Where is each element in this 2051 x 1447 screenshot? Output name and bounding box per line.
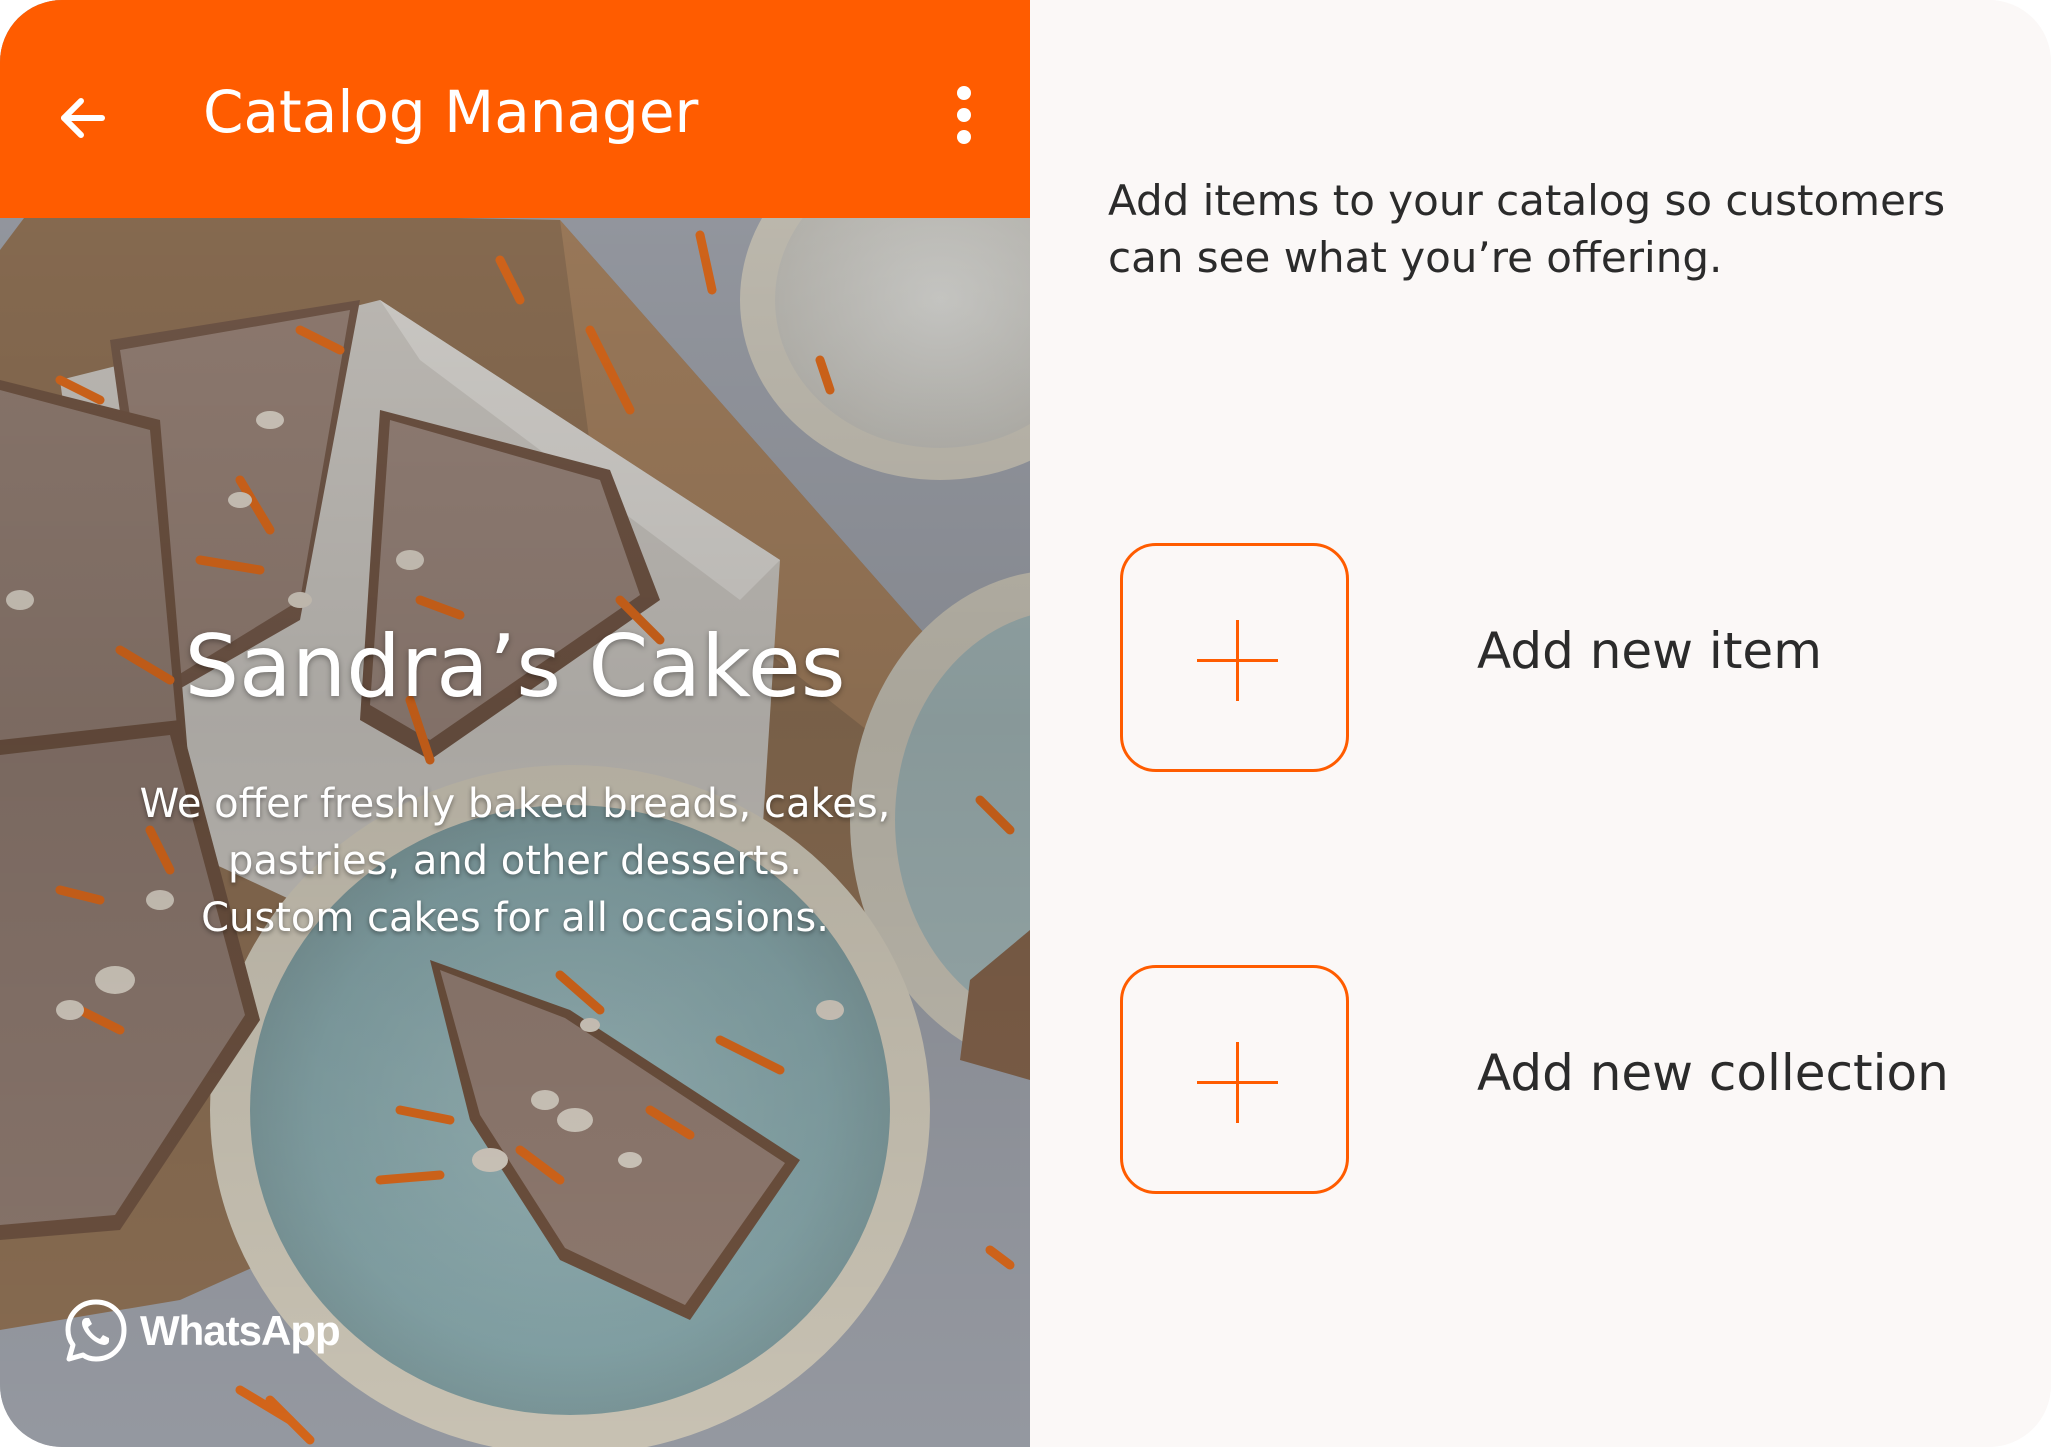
add-new-collection-label[interactable]: Add new collection: [1477, 1041, 1949, 1105]
catalog-intro-text: Add items to your catalog so customers c…: [1108, 172, 1988, 286]
shop-description: We offer freshly baked breads, cakes, pa…: [60, 776, 970, 947]
catalog-manager-card: Catalog Manager Sandra’s Cakes We offer …: [0, 0, 2051, 1447]
shop-description-line: pastries, and other desserts.: [227, 838, 803, 884]
intro-line: Add items to your catalog so customers: [1108, 176, 1946, 225]
add-new-collection-button[interactable]: Add new collection: [1120, 965, 2000, 1200]
whatsapp-logo: WhatsApp: [62, 1296, 341, 1366]
arrow-left-icon: [52, 98, 116, 148]
add-new-item-button[interactable]: Add new item: [1120, 543, 2000, 778]
more-options-button[interactable]: [944, 80, 984, 150]
app-bar: Catalog Manager: [0, 0, 1030, 218]
more-vertical-icon: [944, 86, 984, 154]
add-item-tile[interactable]: [1120, 543, 1349, 772]
shop-description-line: We offer freshly baked breads, cakes,: [139, 781, 891, 827]
shop-description-line: Custom cakes for all occasions.: [201, 895, 829, 941]
profile-panel: Catalog Manager Sandra’s Cakes We offer …: [0, 0, 1030, 1447]
whatsapp-icon: [62, 1297, 130, 1365]
page-title: Catalog Manager: [203, 78, 699, 146]
add-new-item-label[interactable]: Add new item: [1477, 619, 1822, 683]
back-button[interactable]: [52, 80, 116, 144]
whatsapp-wordmark: WhatsApp: [140, 1307, 341, 1354]
add-collection-tile[interactable]: [1120, 965, 1349, 1194]
shop-name: Sandra’s Cakes: [184, 617, 846, 717]
catalog-actions-panel: Add items to your catalog so customers c…: [1030, 0, 2051, 1447]
intro-line: can see what you’re offering.: [1108, 233, 1723, 282]
